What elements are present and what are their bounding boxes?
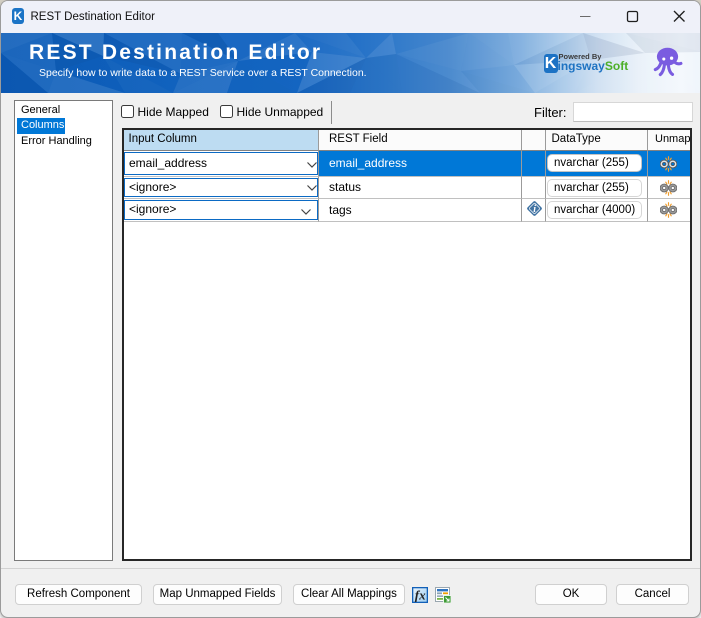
svg-text:i: i bbox=[533, 204, 536, 215]
svg-text:fx: fx bbox=[415, 587, 426, 602]
